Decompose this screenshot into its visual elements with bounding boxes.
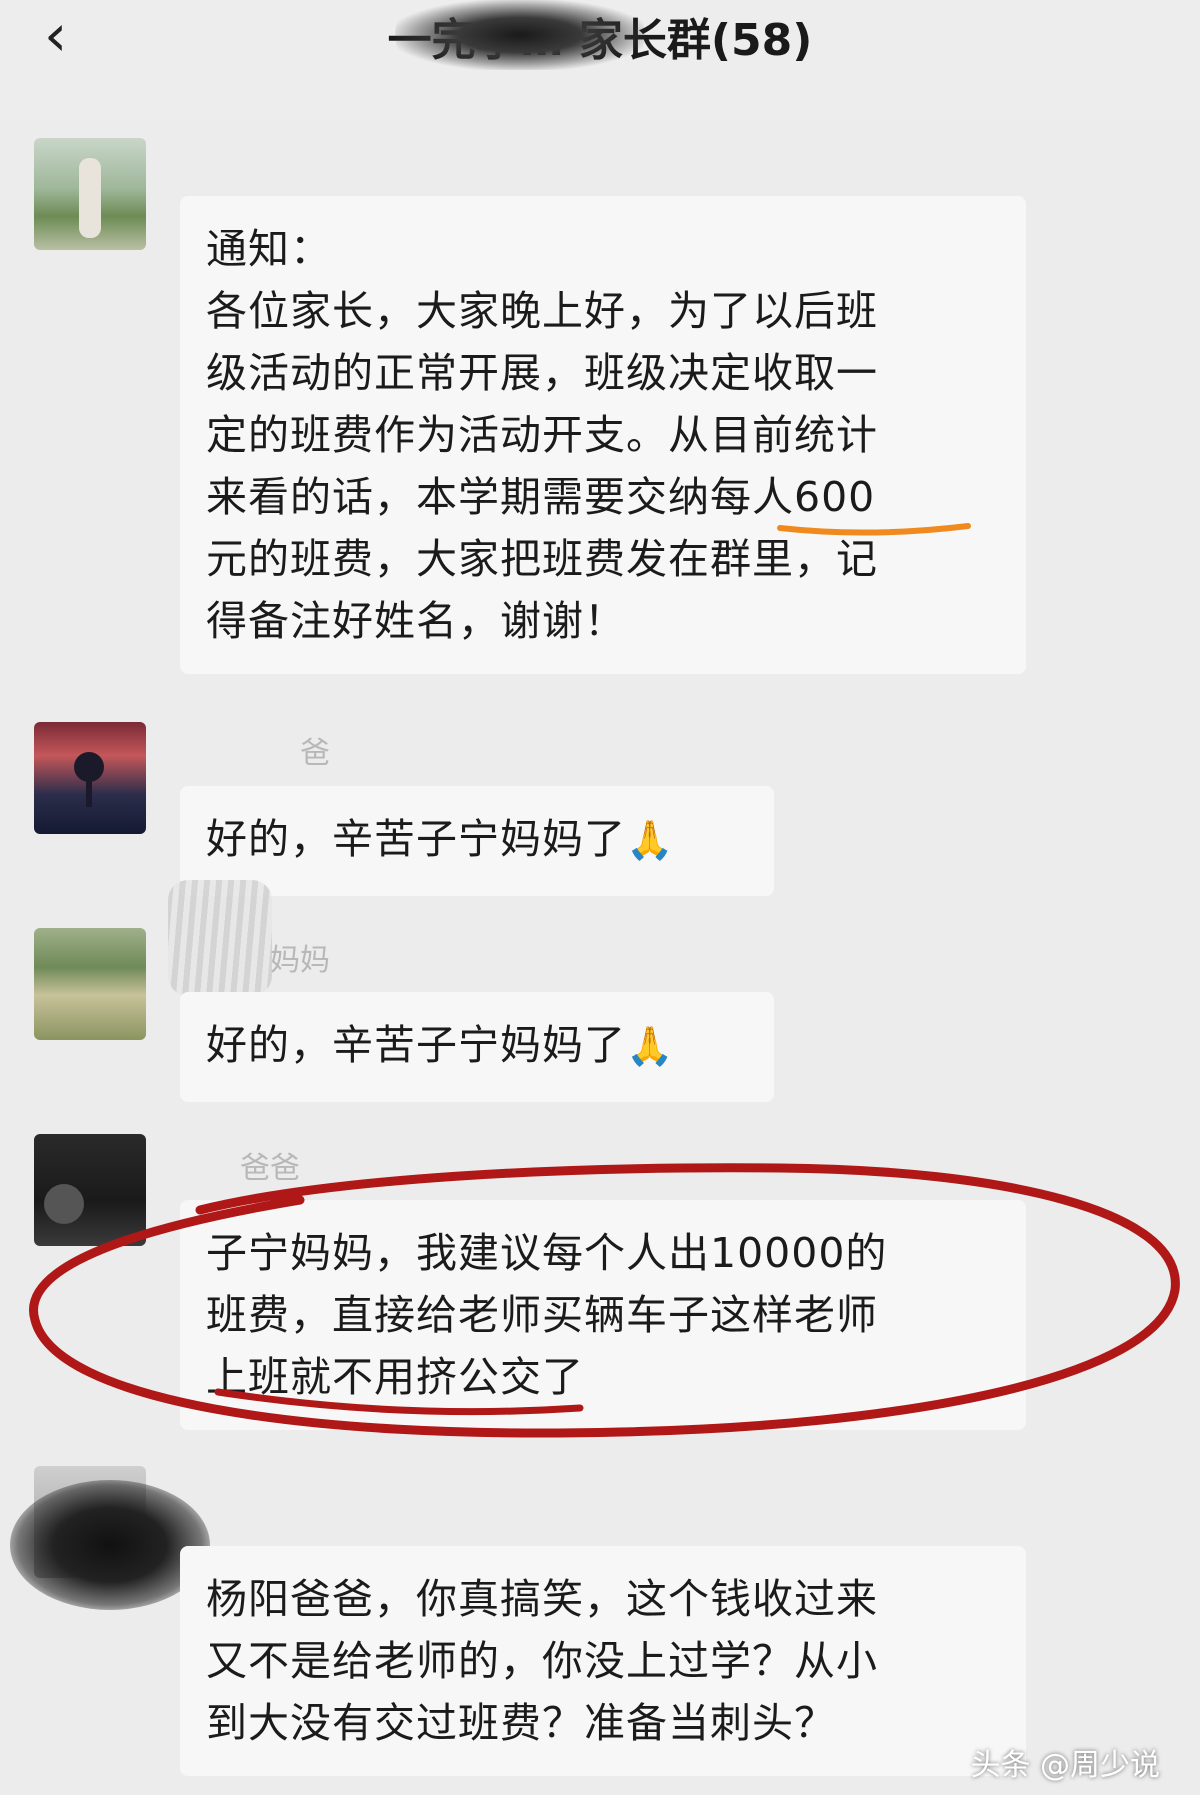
avatar[interactable] xyxy=(34,928,146,1040)
watermark: 头条 @周少说 xyxy=(970,1748,1160,1783)
praying-hands-icon: 🙏 xyxy=(626,1024,675,1068)
sender-name: 妈妈 xyxy=(270,943,330,978)
message-line: 各位家长，大家晚上好，为了以后班 xyxy=(206,287,878,335)
message-line: 好的，辛苦子宁妈妈了🙏 xyxy=(206,808,748,871)
redaction-smear xyxy=(395,0,645,70)
message-line: 杨阳爸爸，你真搞笑，这个钱收过来 xyxy=(206,1575,878,1623)
message-line: 到大没有交过班费？准备当刺头？ xyxy=(206,1699,836,1747)
redaction-smear xyxy=(168,880,272,996)
chat-header: ‹ 一完小… 家长群(58) xyxy=(0,0,1200,120)
message-line: 班费，直接给老师买辆车子这样老师 xyxy=(206,1291,878,1339)
sender-name: 爸 xyxy=(300,736,330,771)
praying-hands-icon: 🙏 xyxy=(626,818,675,862)
message-bubble[interactable]: 通知： 各位家长，大家晚上好，为了以后班 级活动的正常开展，班级决定收取一 定的… xyxy=(180,196,1026,674)
sender-name: 爸爸 xyxy=(240,1151,300,1186)
message-line: 元的班费，大家把班费发在群里，记 xyxy=(206,535,878,583)
avatar[interactable] xyxy=(34,138,146,250)
message-line: 又不是给老师的，你没上过学？从小 xyxy=(206,1637,878,1685)
message-line: 定的班费作为活动开支。从目前统计 xyxy=(206,411,878,459)
message-bubble[interactable]: 好的，辛苦子宁妈妈了🙏 xyxy=(180,786,774,896)
avatar[interactable] xyxy=(34,1466,146,1578)
message-line: 来看的话，本学期需要交纳每人600 xyxy=(206,473,876,521)
message-bubble[interactable]: 杨阳爸爸，你真搞笑，这个钱收过来 又不是给老师的，你没上过学？从小 到大没有交过… xyxy=(180,1546,1026,1776)
message-bubble[interactable]: 子宁妈妈，我建议每个人出10000的 班费，直接给老师买辆车子这样老师 上班就不… xyxy=(180,1200,1026,1430)
avatar[interactable] xyxy=(34,722,146,834)
message-line: 得备注好姓名，谢谢！ xyxy=(206,597,626,645)
message-line: 子宁妈妈，我建议每个人出10000的 xyxy=(206,1229,888,1277)
avatar[interactable] xyxy=(34,1134,146,1246)
message-line: 上班就不用挤公交了 xyxy=(206,1353,584,1401)
message-line: 级活动的正常开展，班级决定收取一 xyxy=(206,349,878,397)
message-text: 好的，辛苦子宁妈妈了 xyxy=(206,815,626,863)
message-line: 好的，辛苦子宁妈妈了🙏 xyxy=(206,1014,748,1077)
message-text: 好的，辛苦子宁妈妈了 xyxy=(206,1021,626,1069)
message-line: 通知： xyxy=(206,225,332,273)
message-bubble[interactable]: 好的，辛苦子宁妈妈了🙏 xyxy=(180,992,774,1102)
